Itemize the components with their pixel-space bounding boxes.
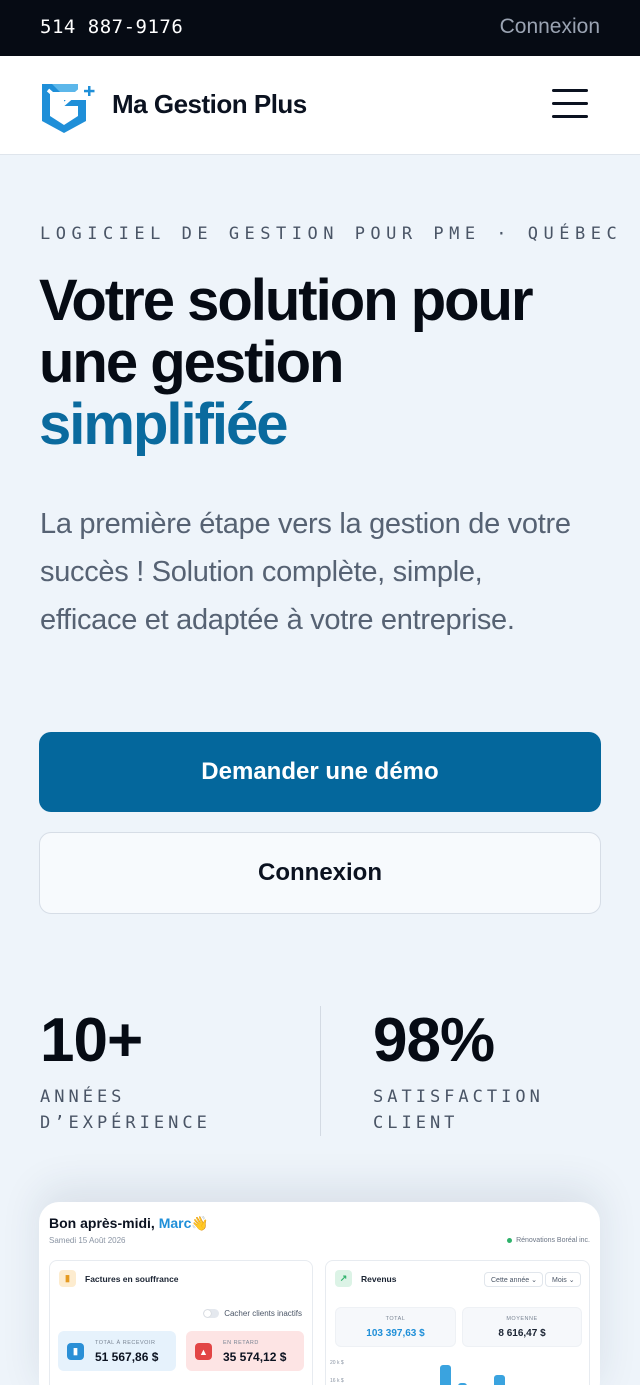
- stat-years-value: 10+: [40, 1006, 143, 1075]
- overdue-value: 35 574,12 $: [223, 1350, 287, 1364]
- document-icon: ▮: [67, 1343, 84, 1360]
- brand-name[interactable]: Ma Gestion Plus: [112, 89, 307, 120]
- status-dot-icon: [507, 1237, 513, 1243]
- company-indicator: Rénovations Boréal inc.: [507, 1237, 590, 1244]
- stat-years-label-line1: ANNÉES: [40, 1087, 126, 1107]
- total-receivable-caption: TOTAL À RECEVOIR: [95, 1340, 156, 1346]
- overdue-card[interactable]: ▲ EN RETARD 35 574,12 $: [186, 1331, 304, 1371]
- greeting-user-name: Marc: [158, 1215, 192, 1231]
- hero-headline: Votre solution pour une gestion simplifi…: [39, 270, 619, 456]
- dashboard-greeting: Bon après-midi, Marc👋: [49, 1215, 209, 1232]
- dashboard-date: Samedi 15 Août 2026: [49, 1236, 126, 1245]
- stat-satisfaction-label: SATISFACTION CLIENT: [373, 1084, 544, 1136]
- y-tick-16k: 16 k $: [330, 1378, 344, 1384]
- toggle-switch-icon[interactable]: [203, 1309, 220, 1319]
- revenue-average-caption: MOYENNE: [506, 1316, 538, 1322]
- overdue-caption: EN RETARD: [223, 1340, 259, 1346]
- dashboard-preview: Bon après-midi, Marc👋 Samedi 15 Août 202…: [39, 1202, 600, 1385]
- logo-icon[interactable]: [38, 78, 96, 134]
- total-receivable-card[interactable]: ▮ TOTAL À RECEVOIR 51 567,86 $: [58, 1331, 176, 1371]
- period-select-value: Cette année: [491, 1277, 530, 1284]
- stat-years-label-line2: D’EXPÉRIENCE: [40, 1113, 211, 1133]
- total-receivable-value: 51 567,86 $: [95, 1350, 159, 1364]
- greeting-text: Bon après-midi,: [49, 1215, 155, 1231]
- granularity-select[interactable]: Mois ⌄: [545, 1272, 581, 1287]
- hide-inactive-toggle[interactable]: Cacher clients inactifs: [203, 1309, 302, 1319]
- toggle-label: Cacher clients inactifs: [224, 1309, 302, 1318]
- stat-satisfaction-label-line2: CLIENT: [373, 1113, 459, 1133]
- warning-icon: ▲: [195, 1343, 212, 1360]
- stat-years-label: ANNÉES D’EXPÉRIENCE: [40, 1084, 211, 1136]
- revenue-bar[interactable]: [440, 1365, 451, 1385]
- company-name: Rénovations Boréal inc.: [516, 1237, 590, 1244]
- hero-eyebrow: LOGICIEL DE GESTION POUR PME · QUÉBEC: [40, 224, 623, 244]
- invoices-panel: ▮ Factures en souffrance Cacher clients …: [49, 1260, 313, 1385]
- revenue-title: Revenus: [361, 1274, 397, 1284]
- y-tick-20k: 20 k $: [330, 1360, 344, 1366]
- revenue-bar[interactable]: [494, 1375, 505, 1385]
- headline-line-1: Votre solution pour: [39, 268, 534, 333]
- revenue-average-box: MOYENNE 8 616,47 $: [462, 1307, 582, 1347]
- invoice-icon: ▮: [59, 1270, 76, 1287]
- wave-icon: 👋: [191, 1215, 209, 1231]
- phone-number-link[interactable]: 514 887-9176: [40, 16, 183, 38]
- topbar-login-link[interactable]: Connexion: [500, 15, 600, 39]
- invoices-title: Factures en souffrance: [85, 1274, 179, 1284]
- request-demo-button[interactable]: Demander une démo: [39, 732, 601, 812]
- login-button[interactable]: Connexion: [39, 832, 601, 914]
- hamburger-menu-icon[interactable]: [552, 89, 588, 119]
- revenue-panel: ↗ Revenus Cette année ⌄ Mois ⌄ TOTAL 103…: [325, 1260, 590, 1385]
- revenue-total-caption: TOTAL: [385, 1316, 406, 1322]
- period-select[interactable]: Cette année ⌄: [484, 1272, 543, 1287]
- site-header: Ma Gestion Plus: [0, 56, 640, 155]
- headline-accent: simplifiée: [39, 392, 289, 457]
- headline-line-2: une gestion: [39, 330, 344, 395]
- revenue-average-value: 8 616,47 $: [498, 1328, 546, 1339]
- revenue-total-value: 103 397,63 $: [366, 1328, 425, 1339]
- stat-satisfaction-label-line1: SATISFACTION: [373, 1087, 544, 1107]
- stat-satisfaction-value: 98%: [373, 1006, 495, 1075]
- hero-lead: La première étape vers la gestion de vot…: [40, 508, 571, 636]
- chart-icon: ↗: [335, 1270, 352, 1287]
- revenue-total-box: TOTAL 103 397,63 $: [335, 1307, 456, 1347]
- granularity-select-value: Mois: [552, 1277, 567, 1284]
- top-bar: 514 887-9176 Connexion: [0, 0, 640, 56]
- chevron-down-icon: ⌄: [531, 1277, 537, 1284]
- chevron-down-icon: ⌄: [568, 1277, 575, 1284]
- stat-divider: [320, 1006, 321, 1136]
